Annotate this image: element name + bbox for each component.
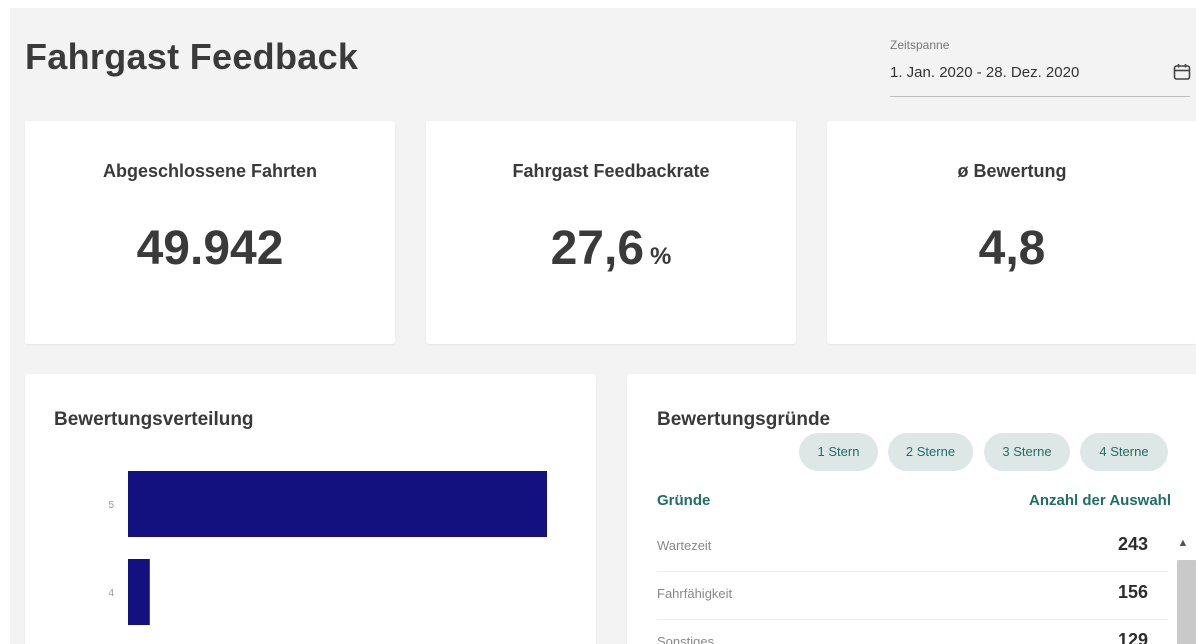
tick-label-5: 5 [108, 500, 114, 511]
column-header-count: Anzahl der Auswahl [1029, 492, 1171, 509]
kpi-value: 4,8 [827, 221, 1196, 276]
kpi-card-feedback-rate: Fahrgast Feedbackrate 27,6% [426, 121, 796, 344]
filter-1-star[interactable]: 1 Stern [799, 433, 878, 471]
page-title: Fahrgast Feedback [25, 36, 359, 77]
tick-label-4: 4 [108, 588, 114, 599]
kpi-number: 27,6 [550, 222, 645, 275]
date-range-picker[interactable]: Zeitspanne 1. Jan. 2020 - 28. Dez. 2020 [890, 38, 1191, 97]
table-row[interactable]: Wartezeit 243 [657, 524, 1168, 572]
date-range-value[interactable]: 1. Jan. 2020 - 28. Dez. 2020 [890, 64, 1079, 81]
kpi-value: 49.942 [25, 221, 395, 276]
calendar-icon[interactable] [1173, 63, 1191, 86]
reason-label: Sonstiges [657, 634, 715, 644]
kpi-number: 49.942 [136, 222, 284, 275]
reason-label: Wartezeit [657, 538, 712, 553]
kpi-card-average-rating: ø Bewertung 4,8 [827, 121, 1196, 344]
kpi-number: 4,8 [978, 222, 1046, 275]
filter-2-stars[interactable]: 2 Sterne [888, 433, 973, 471]
reason-label: Fahrfähigkeit [657, 586, 733, 601]
dashboard-page: Fahrgast Feedback Zeitspanne 1. Jan. 202… [10, 8, 1196, 644]
scroll-thumb[interactable] [1177, 560, 1196, 644]
reasons-title: Bewertungsgründe [657, 409, 831, 430]
bar-rating-4[interactable] [128, 559, 150, 625]
reasons-scrollbar[interactable]: ▲ [1174, 534, 1196, 644]
chevron-up-icon[interactable]: ▲ [1174, 534, 1192, 552]
kpi-title: ø Bewertung [957, 161, 1067, 181]
column-header-reason: Gründe [657, 492, 711, 509]
kpi-title: Fahrgast Feedbackrate [512, 161, 710, 181]
rating-distribution-chart: 54 [108, 471, 547, 625]
rating-distribution-card: Bewertungsverteilung 54 [25, 374, 596, 644]
table-row[interactable]: Sonstiges 129 [657, 620, 1168, 644]
reason-count: 243 [1117, 534, 1148, 554]
reason-count: 156 [1117, 582, 1148, 602]
kpi-unit: % [650, 243, 672, 270]
kpi-value: 27,6% [426, 221, 796, 276]
filter-4-stars[interactable]: 4 Sterne [1080, 433, 1168, 471]
rating-reasons-card: Bewertungsgründe 1 Stern 2 Sterne 3 Ster… [627, 374, 1196, 644]
table-row[interactable]: Fahrfähigkeit 156 [657, 572, 1168, 620]
kpi-card-completed-rides: Abgeschlossene Fahrten 49.942 [25, 121, 395, 344]
reason-count: 129 [1117, 630, 1148, 644]
kpi-title: Abgeschlossene Fahrten [102, 161, 318, 181]
date-range-label: Zeitspanne [890, 38, 950, 52]
filter-3-stars[interactable]: 3 Sterne [984, 433, 1070, 471]
bar-rating-5[interactable] [128, 471, 547, 537]
